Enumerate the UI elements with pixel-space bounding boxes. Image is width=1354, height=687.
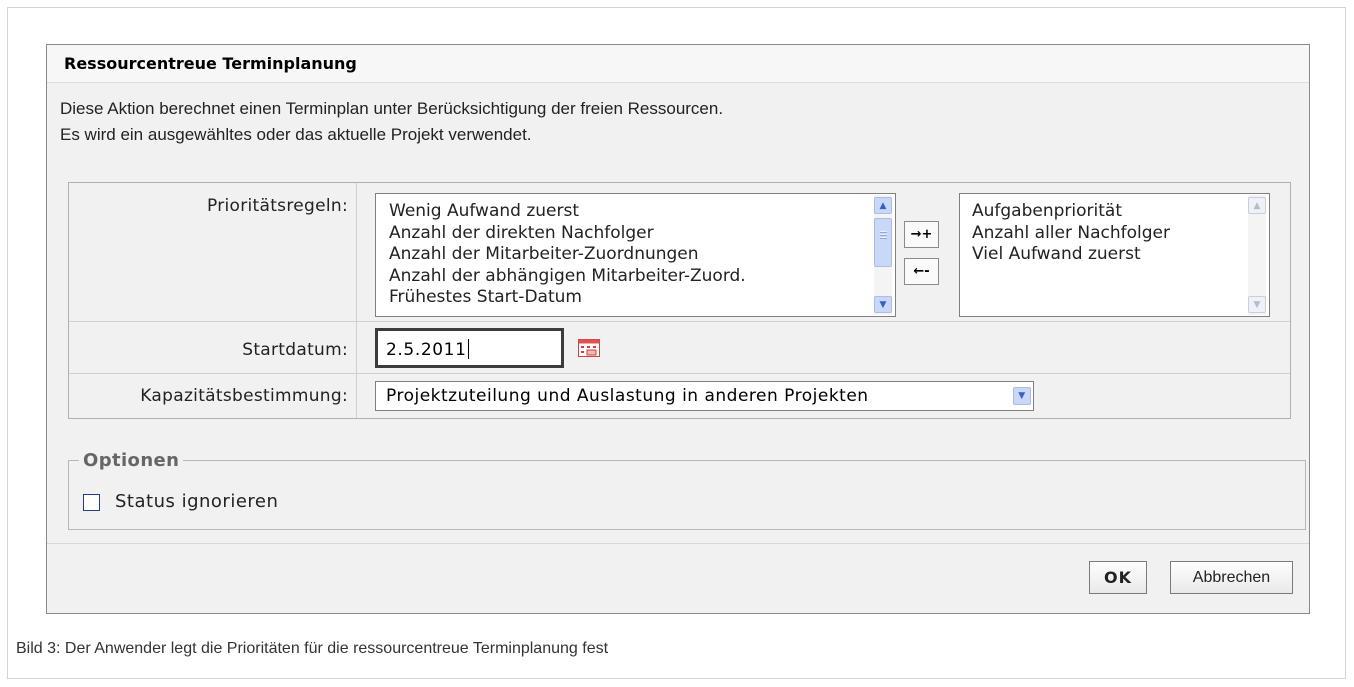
list-item[interactable]: Frühestes Start-Datum xyxy=(389,287,746,309)
options-legend: Optionen xyxy=(79,450,184,471)
chevron-up-icon[interactable]: ▲ xyxy=(874,197,892,214)
startdate-input[interactable]: 2.5.2011 xyxy=(375,328,564,368)
chevron-down-icon[interactable]: ▼ xyxy=(1248,296,1266,313)
ok-button[interactable]: OK xyxy=(1089,561,1147,594)
footer-divider xyxy=(47,543,1309,544)
ignore-status-checkbox[interactable] xyxy=(83,494,100,511)
ignore-status-label[interactable]: Status ignorieren xyxy=(115,491,278,512)
list-item[interactable]: Viel Aufwand zuerst xyxy=(972,244,1170,266)
description-line-2: Es wird ein ausgewähltes oder das aktuel… xyxy=(60,125,532,144)
chevron-down-icon[interactable]: ▼ xyxy=(1013,387,1031,405)
dialog-titlebar: Ressourcentreue Terminplanung xyxy=(47,45,1309,83)
available-rules-items: Wenig Aufwand zuerst Anzahl der direkten … xyxy=(389,201,746,309)
list-item[interactable]: Anzahl aller Nachfolger xyxy=(972,223,1170,245)
capacity-label: Kapazitätsbestimmung: xyxy=(140,386,348,406)
list-item[interactable]: Aufgabenpriorität xyxy=(972,201,1170,223)
add-rule-button[interactable]: →+ xyxy=(904,221,939,248)
calendar-icon[interactable] xyxy=(578,339,600,357)
selected-rules-scrollbar[interactable]: ▲ ▼ xyxy=(1248,195,1266,315)
remove-rule-button[interactable]: ←- xyxy=(904,258,939,285)
chevron-down-icon[interactable]: ▼ xyxy=(874,296,892,313)
scheduling-dialog: Ressourcentreue Terminplanung Diese Akti… xyxy=(46,44,1310,614)
row-divider xyxy=(69,321,1290,322)
startdate-label: Startdatum: xyxy=(242,340,348,360)
cancel-button[interactable]: Abbrechen xyxy=(1170,561,1293,594)
scrollbar-thumb[interactable] xyxy=(874,218,892,267)
startdate-value: 2.5.2011 xyxy=(386,340,467,360)
list-item[interactable]: Anzahl der abhängigen Mitarbeiter-Zuord. xyxy=(389,266,746,288)
row-divider xyxy=(69,373,1290,374)
priority-rules-label: Prioritätsregeln: xyxy=(206,196,348,216)
list-item[interactable]: Wenig Aufwand zuerst xyxy=(389,201,746,223)
figure-caption: Bild 3: Der Anwender legt die Prioritäte… xyxy=(16,640,609,657)
chevron-up-icon[interactable]: ▲ xyxy=(1248,197,1266,214)
settings-form: Prioritätsregeln: Wenig Aufwand zuerst An… xyxy=(68,182,1291,419)
list-item[interactable]: Anzahl der direkten Nachfolger xyxy=(389,223,746,245)
available-rules-scrollbar[interactable]: ▲ ▼ xyxy=(874,195,892,315)
available-rules-list[interactable]: Wenig Aufwand zuerst Anzahl der direkten … xyxy=(375,193,896,317)
list-item[interactable]: Anzahl der Mitarbeiter-Zuordnungen xyxy=(389,244,746,266)
capacity-value: Projektzuteilung und Auslastung in ander… xyxy=(386,386,869,406)
text-caret xyxy=(467,339,469,359)
selected-rules-items: Aufgabenpriorität Anzahl aller Nachfolger… xyxy=(972,201,1170,266)
column-divider xyxy=(356,183,357,418)
description-line-1: Diese Aktion berechnet einen Terminplan … xyxy=(60,99,724,118)
dialog-title: Ressourcentreue Terminplanung xyxy=(64,54,357,73)
capacity-select[interactable]: Projektzuteilung und Auslastung in ander… xyxy=(375,381,1034,411)
selected-rules-list[interactable]: Aufgabenpriorität Anzahl aller Nachfolger… xyxy=(959,193,1270,317)
